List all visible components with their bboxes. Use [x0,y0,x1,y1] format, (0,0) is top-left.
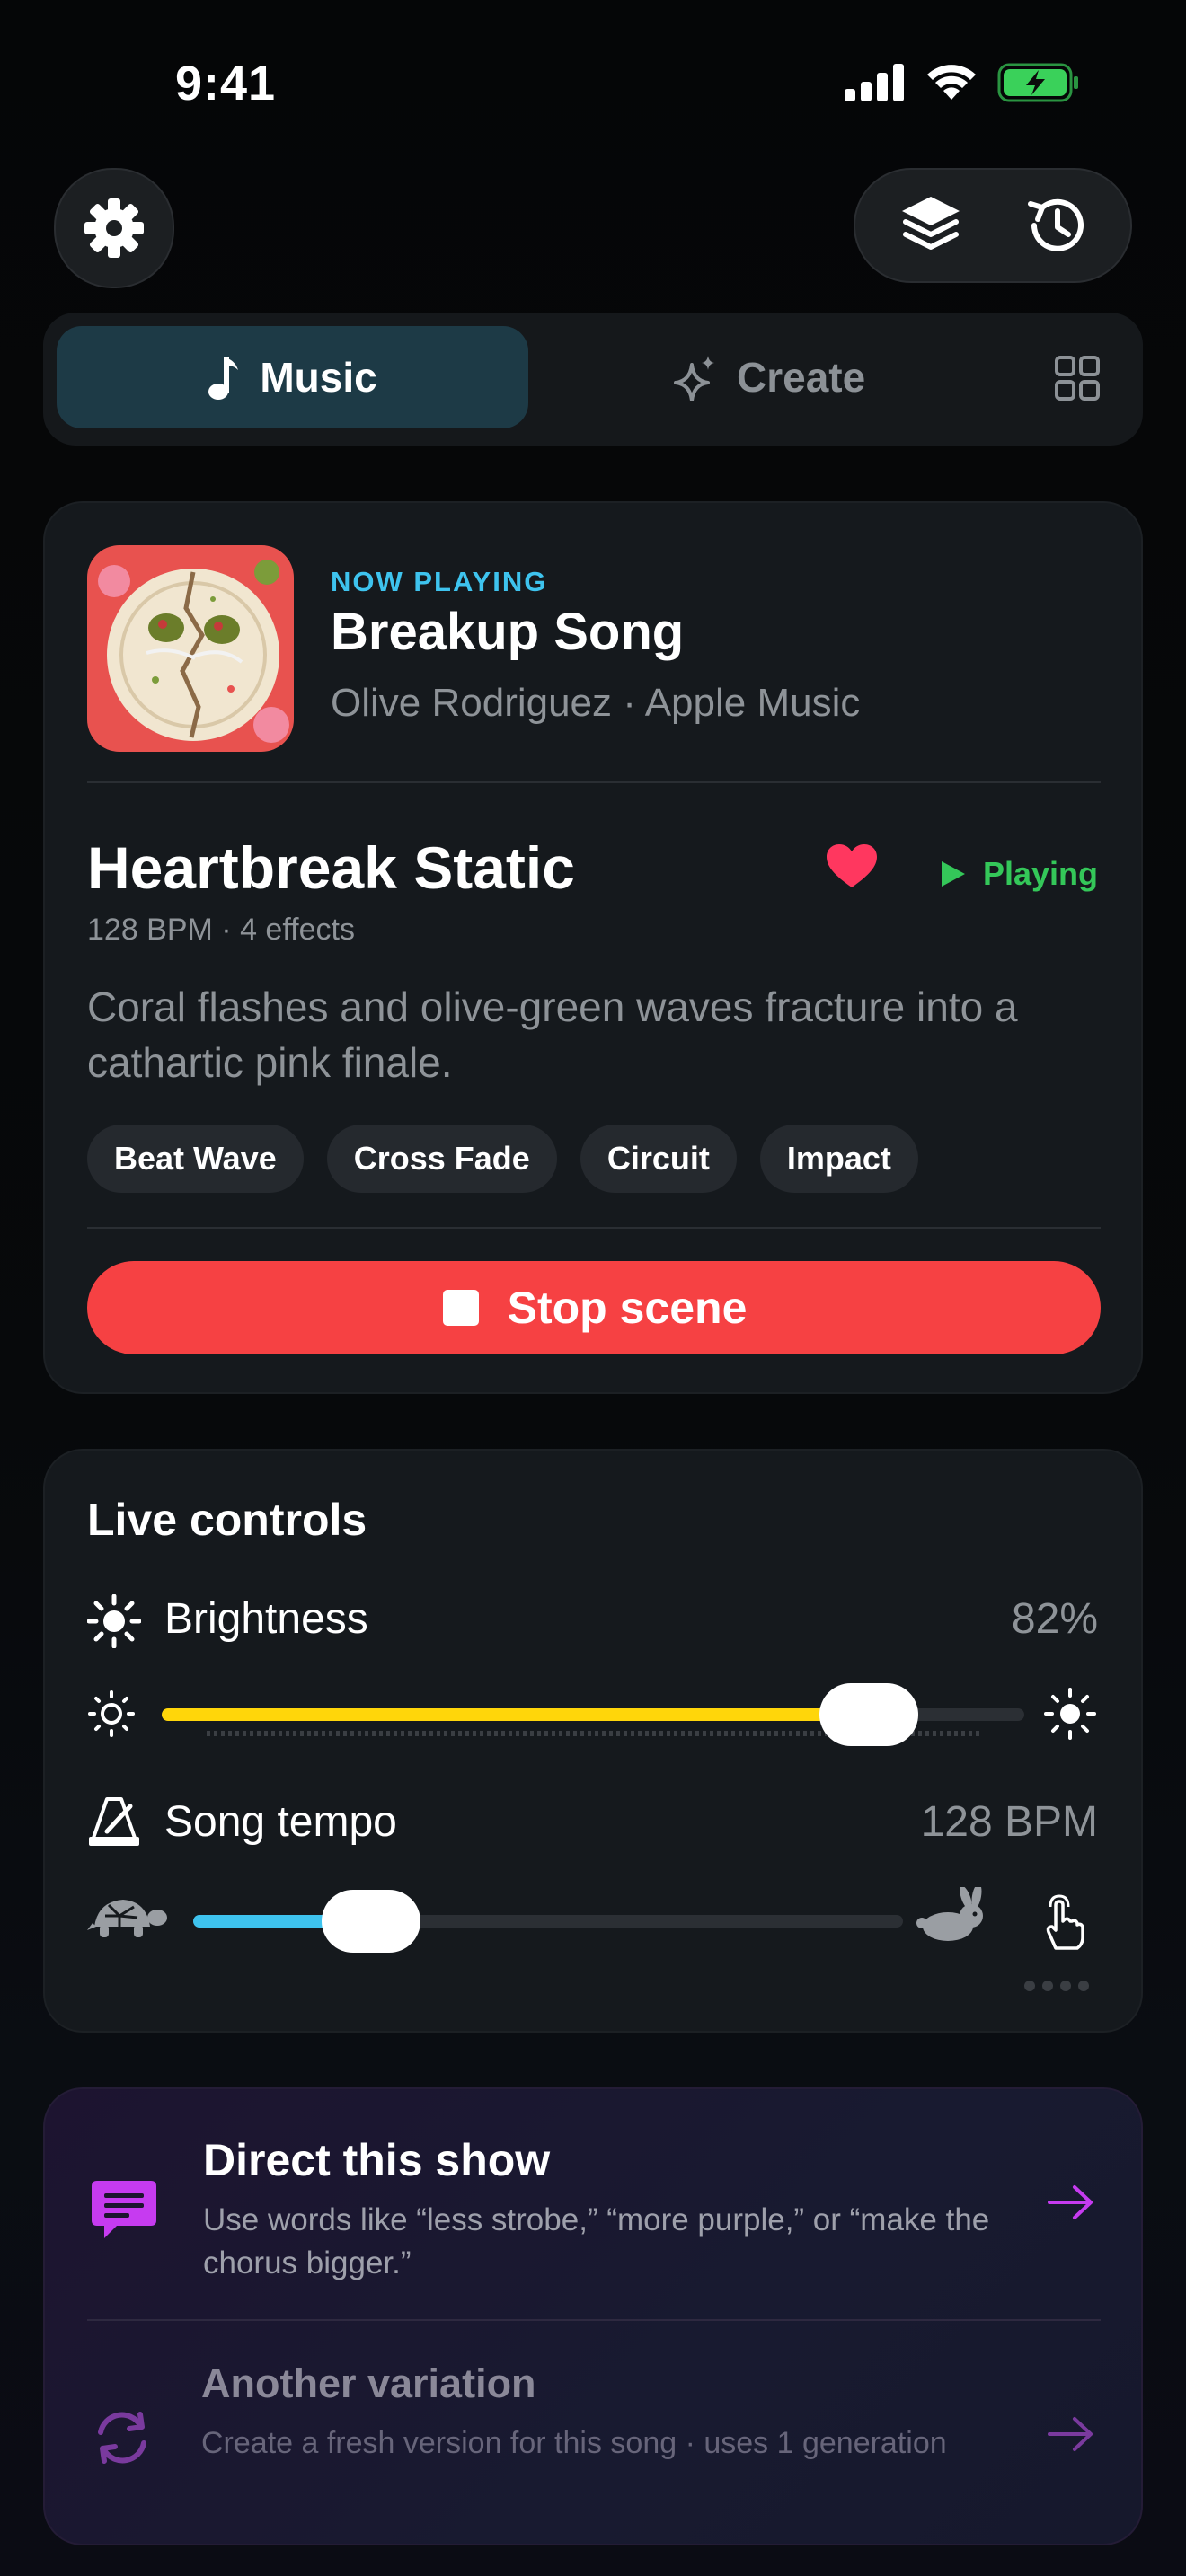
tab-create-label: Create [737,354,866,401]
tempo-value: 128 BPM [920,1798,1098,1846]
history-button[interactable] [1022,191,1090,260]
top-actions [854,168,1132,283]
scene-description: Coral flashes and olive-green waves frac… [87,984,1018,1086]
playing-status-label: Playing [982,855,1098,892]
tempo-slider[interactable] [193,1890,903,1953]
gear-icon [84,198,144,258]
tap-tempo-icon[interactable] [1038,1894,1086,1954]
brightness-thumb[interactable] [819,1683,919,1746]
stop-scene-label: Stop scene [507,1283,748,1333]
rabbit-icon [916,1887,983,1941]
settings-button[interactable] [54,168,174,288]
live-controls-card: Live controls Brightness 82% Song tempo … [43,1449,1143,2033]
tap-indicator-dots [1024,1981,1089,1991]
scene-meta: 128 BPM · 4 effects [87,913,355,947]
sun-low-icon [88,1690,135,1737]
turtle-icon [87,1900,167,1937]
refresh-icon [98,2412,146,2464]
direct-card: Direct this show Use words like “less st… [43,2087,1143,2545]
metronome-icon [89,1797,139,1846]
playing-status: Playing [940,855,1098,893]
sun-icon [87,1594,141,1648]
tab-music-label: Music [260,354,377,401]
history-icon [1027,198,1084,251]
song-artist: Olive Rodriguez · Apple Music [331,681,861,725]
album-artwork [87,545,294,752]
tab-create[interactable]: Create [672,326,865,428]
scene-title: Heartbreak Static [87,834,575,901]
play-icon [941,861,965,887]
divider [87,781,1101,783]
song-title: Breakup Song [331,603,685,661]
direct-show-row[interactable]: Direct this show Use words like “less st… [45,2089,1141,2319]
battery-charging-icon [997,63,1078,102]
now-playing-eyebrow: NOW PLAYING [331,566,548,597]
mode-tabs: Music Create [43,313,1143,446]
tab-music[interactable]: Music [57,326,528,428]
arrow-right-icon [1048,2185,1093,2219]
direct-subtitle: Use words like “less strobe,” “more purp… [203,2202,990,2280]
now-playing-card: NOW PLAYING Breakup Song Olive Rodriguez… [43,501,1143,1394]
stop-icon [442,1290,479,1326]
grid-icon[interactable] [1055,356,1100,401]
effect-tags: Beat Wave Cross Fade Circuit Impact [87,1125,918,1193]
layers-icon [901,197,960,250]
arrow-right-icon [1048,2417,1093,2451]
effect-tag[interactable]: Impact [759,1125,918,1193]
effect-tag[interactable]: Circuit [580,1125,737,1193]
variation-subtitle: Create a fresh version for this song · u… [201,2426,947,2460]
brightness-slider[interactable] [162,1683,1024,1746]
heart-icon[interactable] [827,844,877,889]
sun-high-icon [1044,1688,1096,1740]
status-icons [845,63,1080,102]
wifi-icon [927,65,976,100]
music-note-icon [208,357,239,400]
sparkles-icon [674,356,714,401]
stop-scene-button[interactable]: Stop scene [87,1261,1101,1354]
tempo-thumb[interactable] [321,1890,420,1953]
another-variation-row[interactable]: Another variation Create a fresh version… [45,2321,1141,2545]
tempo-label: Song tempo [164,1798,397,1846]
brightness-value: 82% [1011,1595,1098,1643]
effect-tag[interactable]: Beat Wave [87,1125,304,1193]
layers-button[interactable] [897,191,965,260]
effect-tag[interactable]: Cross Fade [326,1125,557,1193]
variation-title: Another variation [201,2360,536,2406]
chat-bubble-icon [92,2181,156,2238]
cellular-signal-icon [845,64,904,101]
live-controls-title: Live controls [87,1495,367,1545]
status-time: 9:41 [175,57,277,110]
brightness-label: Brightness [164,1595,368,1643]
brightness-fill [162,1708,870,1721]
divider [87,1227,1101,1229]
direct-title: Direct this show [203,2135,551,2185]
